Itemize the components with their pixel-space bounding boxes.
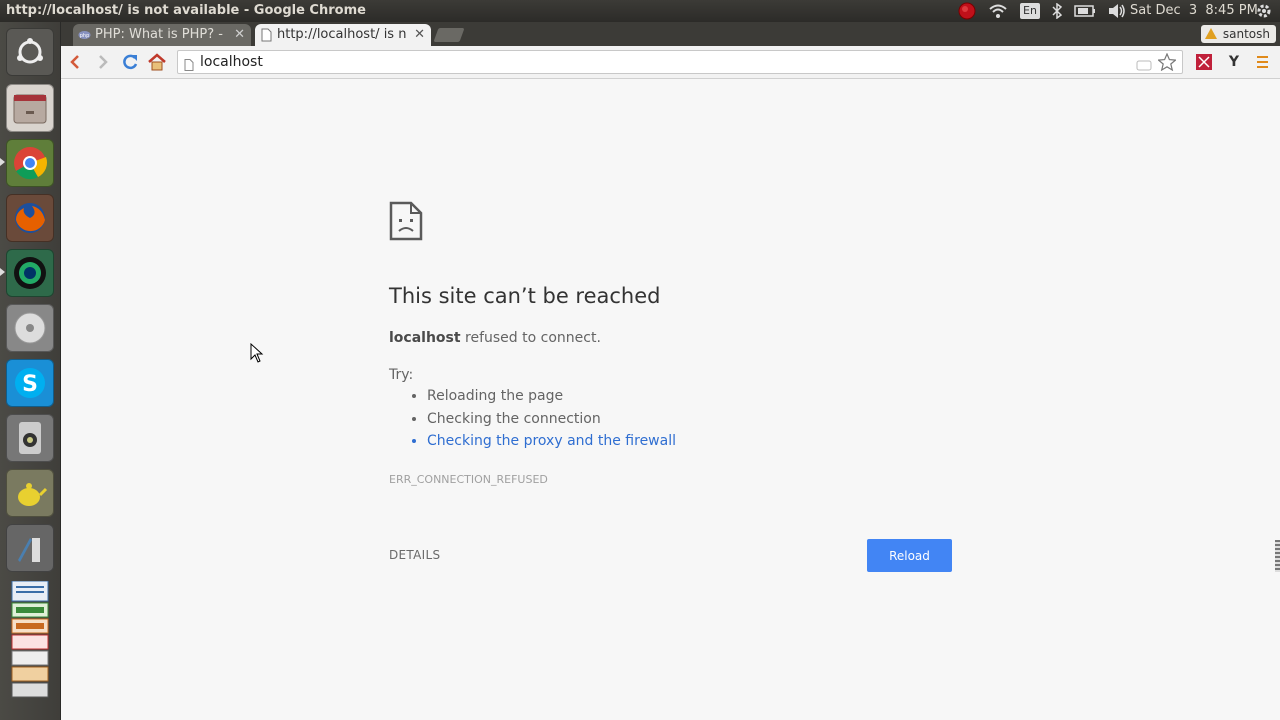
profile-name: santosh: [1222, 27, 1270, 41]
clock[interactable]: Sat Dec 3 8:45 PM: [1130, 0, 1258, 22]
disc-icon: [14, 312, 46, 344]
extension-icon: [1196, 54, 1212, 70]
tab-label: PHP: What is PHP? -: [95, 27, 223, 42]
forward-button[interactable]: [93, 52, 113, 72]
files-launcher[interactable]: [6, 84, 54, 132]
menu-button[interactable]: [1255, 52, 1275, 72]
tab-localhost[interactable]: http://localhost/ is n ✕: [255, 24, 431, 46]
bluetooth-icon[interactable]: [1052, 3, 1062, 19]
forward-arrow-icon: [99, 55, 108, 69]
y-extension-button[interactable]: Y: [1224, 52, 1244, 72]
skype-icon: S: [15, 368, 45, 398]
teapot-icon: [18, 483, 48, 506]
skype-launcher[interactable]: S: [6, 359, 54, 407]
error-host: localhost: [389, 330, 461, 346]
firefox-launcher[interactable]: [6, 194, 54, 242]
page-icon: [184, 56, 194, 75]
php-icon: php: [78, 28, 91, 42]
sad-document-icon: [389, 201, 423, 245]
browser-toolbar: localhost Y: [61, 46, 1280, 79]
back-arrow-icon: [70, 55, 79, 69]
system-tray: En: [952, 0, 1132, 22]
details-button[interactable]: DETAILS: [389, 548, 440, 562]
star-icon[interactable]: [1156, 52, 1178, 75]
error-title: This site can’t be reached: [389, 284, 661, 308]
svg-text:S: S: [22, 372, 38, 397]
document-stack-icon: [11, 581, 49, 698]
tab-strip: php PHP: What is PHP? - ✕ http://localho…: [61, 22, 1280, 46]
firefox-icon: [15, 203, 45, 233]
profile-button[interactable]: santosh: [1200, 25, 1276, 43]
suggestion-proxy-firewall-link[interactable]: Checking the proxy and the firewall: [427, 430, 676, 453]
paint-launcher[interactable]: [6, 524, 54, 572]
url-text: localhost: [200, 54, 263, 70]
warning-icon: [1204, 28, 1217, 39]
tab-label: http://localhost/ is n: [277, 27, 407, 42]
teapot-launcher[interactable]: [6, 469, 54, 517]
close-icon[interactable]: ✕: [414, 24, 425, 46]
disc-launcher[interactable]: [6, 304, 54, 352]
back-button[interactable]: [65, 52, 85, 72]
page-content: This site can’t be reached localhost ref…: [61, 79, 1280, 720]
error-message-text: refused to connect.: [460, 330, 601, 346]
top-panel: http://localhost/ is not available - Goo…: [0, 0, 1280, 22]
window-title: http://localhost/ is not available - Goo…: [6, 3, 366, 18]
mouse-cursor-icon: [250, 342, 264, 367]
volume-icon[interactable]: [1108, 3, 1126, 19]
suggestion-list: Reloading the page Checking the connecti…: [409, 385, 676, 453]
address-bar[interactable]: localhost: [177, 50, 1183, 74]
launcher: S: [0, 22, 61, 720]
wifi-icon[interactable]: [988, 3, 1008, 19]
scrollbar-grip[interactable]: [1275, 540, 1280, 572]
close-icon[interactable]: ✕: [234, 24, 245, 46]
reload-toolbar-button[interactable]: [120, 52, 140, 72]
new-tab-button[interactable]: [433, 28, 465, 42]
chrome-launcher[interactable]: [6, 139, 54, 187]
dash-home-button[interactable]: [6, 28, 54, 76]
suggestion-reload: Reloading the page: [427, 385, 676, 408]
error-message: localhost refused to connect.: [389, 330, 601, 346]
record-icon[interactable]: [958, 2, 976, 20]
ubuntu-logo-icon: [17, 38, 43, 64]
refresh-icon: [123, 54, 138, 70]
gear-icon[interactable]: [1256, 3, 1274, 19]
extension-button[interactable]: [1194, 52, 1214, 72]
hamburger-menu-icon: [1257, 56, 1268, 68]
try-label: Try:: [389, 367, 414, 383]
cast-icon[interactable]: [1136, 56, 1152, 75]
speaker-launcher[interactable]: [6, 414, 54, 462]
libreoffice-stack-launcher[interactable]: [6, 579, 54, 719]
home-button[interactable]: [147, 52, 167, 72]
error-code: ERR_CONNECTION_REFUSED: [389, 473, 548, 486]
home-icon: [148, 53, 166, 71]
tab-php[interactable]: php PHP: What is PHP? - ✕: [73, 24, 251, 46]
chrome-icon: [14, 147, 48, 180]
svg-text:php: php: [80, 33, 90, 39]
y-icon: Y: [1228, 54, 1240, 70]
file-cabinet-icon: [13, 94, 47, 124]
page-icon: [260, 28, 273, 42]
speaker-icon: [19, 422, 41, 454]
keyboard-layout-indicator[interactable]: En: [1020, 3, 1040, 19]
camera-lens-icon: [14, 257, 46, 289]
paint-brush-icon: [18, 538, 40, 562]
camera-launcher[interactable]: [6, 249, 54, 297]
reload-button[interactable]: Reload: [867, 539, 952, 572]
battery-icon[interactable]: [1074, 5, 1096, 17]
suggestion-check-connection: Checking the connection: [427, 408, 676, 431]
